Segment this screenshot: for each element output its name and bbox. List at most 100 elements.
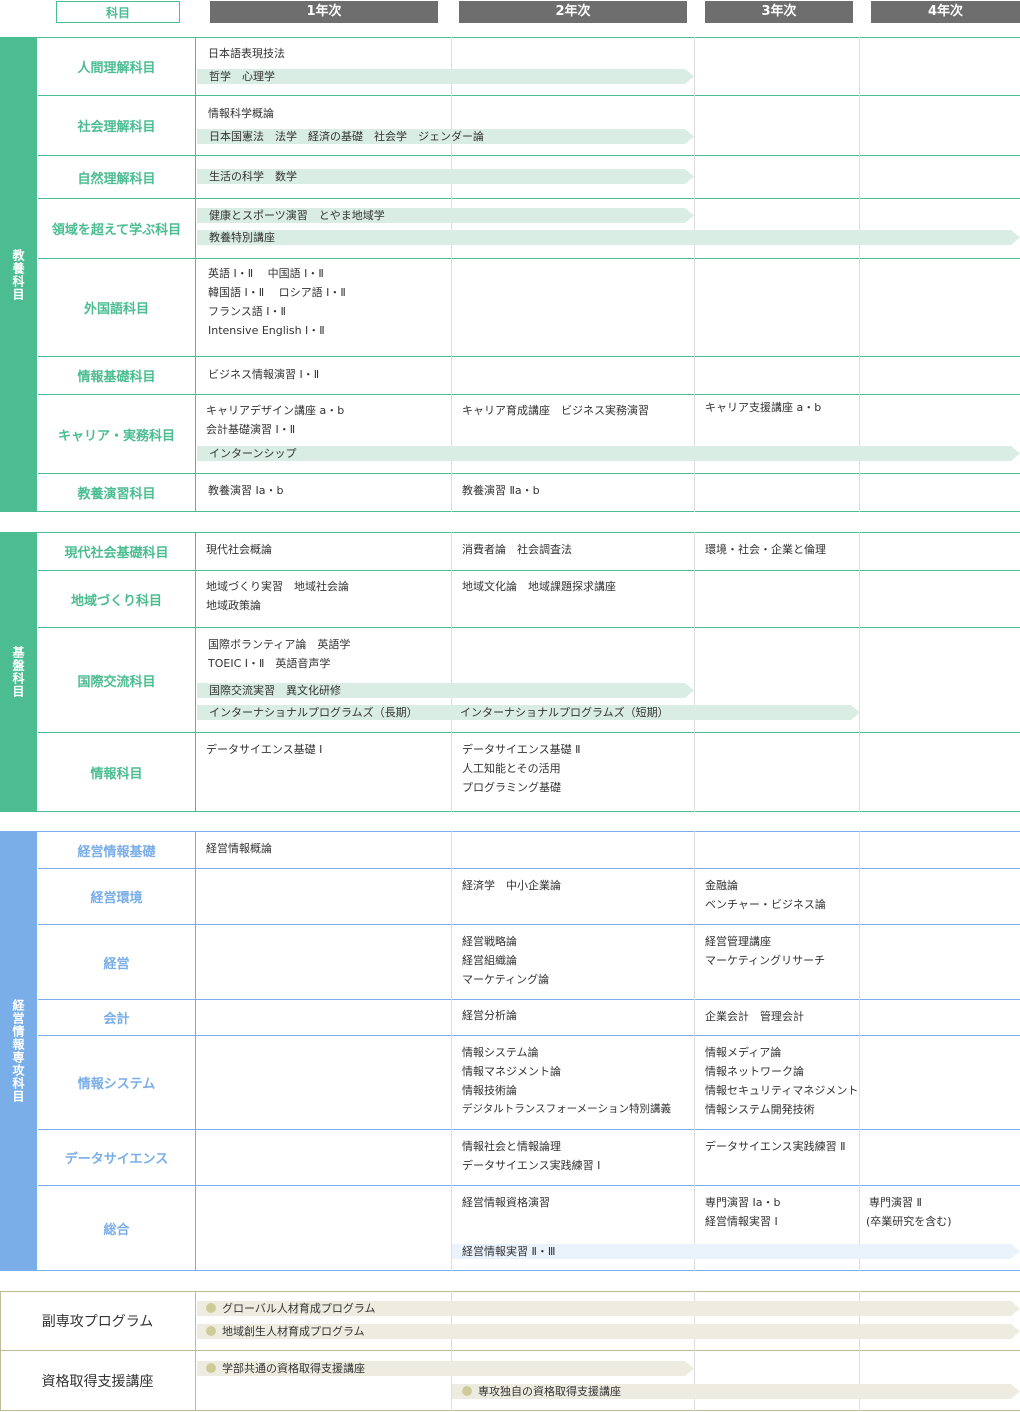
course-text: プログラミング基礎 (462, 781, 561, 794)
course-text: 経営情報実習 Ⅰ (705, 1215, 778, 1228)
course-text: 情報技術論 (462, 1084, 517, 1097)
category-joho: 情報科目 (90, 766, 143, 782)
course-text: 教養演習 Ⅰa・b (208, 484, 284, 497)
category-joho-system: 情報システム (77, 1077, 156, 1092)
course-text: 金融論 (705, 879, 738, 892)
course-text: マーケティングリサーチ (705, 954, 826, 967)
header-year2: 2年次 (459, 1, 687, 23)
header-year4: 4年次 (871, 1, 1020, 23)
course-text: 経済学 中小企業論 (462, 879, 561, 892)
divider (0, 511, 1020, 512)
course-text: 会計基礎演習 Ⅰ・Ⅱ (206, 423, 296, 436)
course-text: キャリア育成講座 ビジネス実務演習 (462, 404, 649, 417)
course-bar: 国際交流実習 異文化研修 (197, 683, 694, 698)
course-text: 企業会計 管理会計 (705, 1010, 804, 1023)
divider (694, 37, 695, 512)
divider (195, 532, 196, 812)
category-shizen: 自然理解科目 (77, 171, 156, 187)
category-keiei-kankyo: 経営環境 (90, 891, 143, 906)
course-bar: 日本国憲法 法学 経済の基礎 社会学 ジェンダー論 (197, 129, 694, 144)
category-chiiki: 地域づくり科目 (70, 593, 162, 609)
course-text: キャリアデザイン講座 a・b (206, 404, 345, 417)
section-kyoyo-label: 教養科目 (11, 248, 25, 301)
section-senko-label: 経営情報専攻科目 (11, 999, 25, 1103)
course-text: 情報メディア論 (705, 1046, 782, 1059)
course-text: Intensive English Ⅰ・Ⅱ (208, 324, 325, 337)
course-bar: 経営情報実習 Ⅱ・Ⅲ (452, 1244, 1020, 1259)
section-kiban: 基盤科目 (0, 532, 37, 812)
bullet-icon (206, 1363, 216, 1373)
course-bar: 生活の科学 数学 (197, 169, 694, 184)
course-text: 地域づくり実習 地域社会論 (206, 580, 349, 593)
bullet-icon (462, 1386, 472, 1396)
course-text: ビジネス情報演習 Ⅰ・Ⅱ (208, 368, 320, 381)
category-keiei-kiso: 経営情報基礎 (77, 844, 156, 860)
course-text: 情報科学概論 (208, 107, 274, 120)
divider (0, 1270, 1020, 1271)
course-text: データサイエンス実践練習 Ⅰ (462, 1159, 601, 1172)
category-ningen: 人間理解科目 (77, 60, 156, 76)
divider (859, 532, 860, 812)
divider (859, 37, 860, 512)
category-keiei: 経営 (103, 956, 130, 972)
course-bar: 教養特別講座 (197, 230, 1020, 245)
category-gendai: 現代社会基礎科目 (64, 546, 169, 561)
course-text: マーケティング論 (462, 973, 550, 986)
course-bar: 健康とスポーツ演習 とやま地域学 (197, 208, 694, 223)
course-text: 国際ボランティア論 英語学 (208, 638, 351, 651)
course-text: キャリア支援講座 a・b (705, 401, 822, 414)
course-text: データサイエンス実践練習 Ⅱ (705, 1140, 846, 1153)
course-text: 専門演習 Ⅱ (869, 1196, 922, 1209)
section-senko: 経営情報専攻科目 (0, 831, 37, 1271)
bullet-icon (206, 1303, 216, 1313)
divider (0, 811, 1020, 812)
course-text: TOEIC Ⅰ・Ⅱ 英語音声学 (208, 657, 331, 670)
course-text: (卒業研究を含む) (866, 1215, 952, 1228)
course-text: 人工知能とその活用 (462, 762, 561, 775)
course-text: 教養演習 Ⅱa・b (462, 484, 540, 497)
course-text: 消費者論 社会調査法 (462, 543, 572, 556)
category-ensyu: 教養演習科目 (77, 487, 156, 502)
course-text: 英語 Ⅰ・Ⅱ 中国語 Ⅰ・Ⅱ (208, 267, 324, 280)
divider (451, 37, 452, 512)
course-text: 情報マネジメント論 (462, 1065, 561, 1078)
category-sogo: 総合 (103, 1222, 130, 1238)
divider (859, 831, 860, 1271)
course-text: 経営管理講座 (705, 935, 771, 948)
divider (195, 831, 196, 1271)
course-text: 現代社会概論 (206, 543, 272, 556)
course-bar: 哲学 心理学 (197, 69, 694, 84)
course-bar: インターンシップ (197, 446, 1020, 461)
course-text: 日本語表現技法 (208, 47, 285, 60)
header-subject: 科目 (56, 1, 180, 23)
course-text: 経営戦略論 (462, 935, 517, 948)
course-text: 情報社会と情報論理 (462, 1140, 561, 1153)
course-text: ベンチャー・ビジネス論 (705, 898, 826, 911)
course-text: 経営分析論 (462, 1009, 517, 1022)
course-text: 専門演習 Ⅰa・b (705, 1196, 781, 1209)
divider (195, 37, 196, 512)
course-text: 地域文化論 地域課題探求講座 (462, 580, 616, 593)
course-bar: グローバル人材育成プログラム (197, 1301, 1020, 1316)
section-kiban-label: 基盤科目 (11, 646, 25, 698)
course-text: 環境・社会・企業と倫理 (705, 543, 826, 556)
course-text: データサイエンス基礎 Ⅱ (462, 743, 581, 756)
category-data-science: データサイエンス (64, 1152, 169, 1167)
course-text: 情報システム論 (462, 1046, 539, 1059)
divider (694, 532, 695, 812)
divider (451, 532, 452, 812)
course-text: 情報セキュリティマネジメント (705, 1084, 859, 1097)
category-joho-kiso: 情報基礎科目 (77, 370, 156, 385)
category-gaikoku: 外国語科目 (83, 302, 149, 317)
course-bar: インターナショナルプログラムズ（長期） (197, 705, 452, 720)
category-kokusai: 国際交流科目 (77, 674, 156, 690)
course-text: 経営情報概論 (206, 842, 272, 855)
category-fukusenko: 副専攻プログラム (41, 1314, 154, 1330)
course-bar-label: 専攻独自の資格取得支援講座 (478, 1385, 621, 1398)
course-text: 情報ネットワーク論 (705, 1065, 804, 1078)
course-bar: 地域創生人材育成プログラム (197, 1324, 1020, 1339)
course-text: 情報システム開発技術 (705, 1103, 815, 1116)
category-ryoiki: 領域を超えて学ぶ科目 (51, 223, 182, 238)
category-shikaku: 資格取得支援講座 (41, 1373, 154, 1390)
course-text: 韓国語 Ⅰ・Ⅱ ロシア語 Ⅰ・Ⅱ (208, 286, 346, 299)
